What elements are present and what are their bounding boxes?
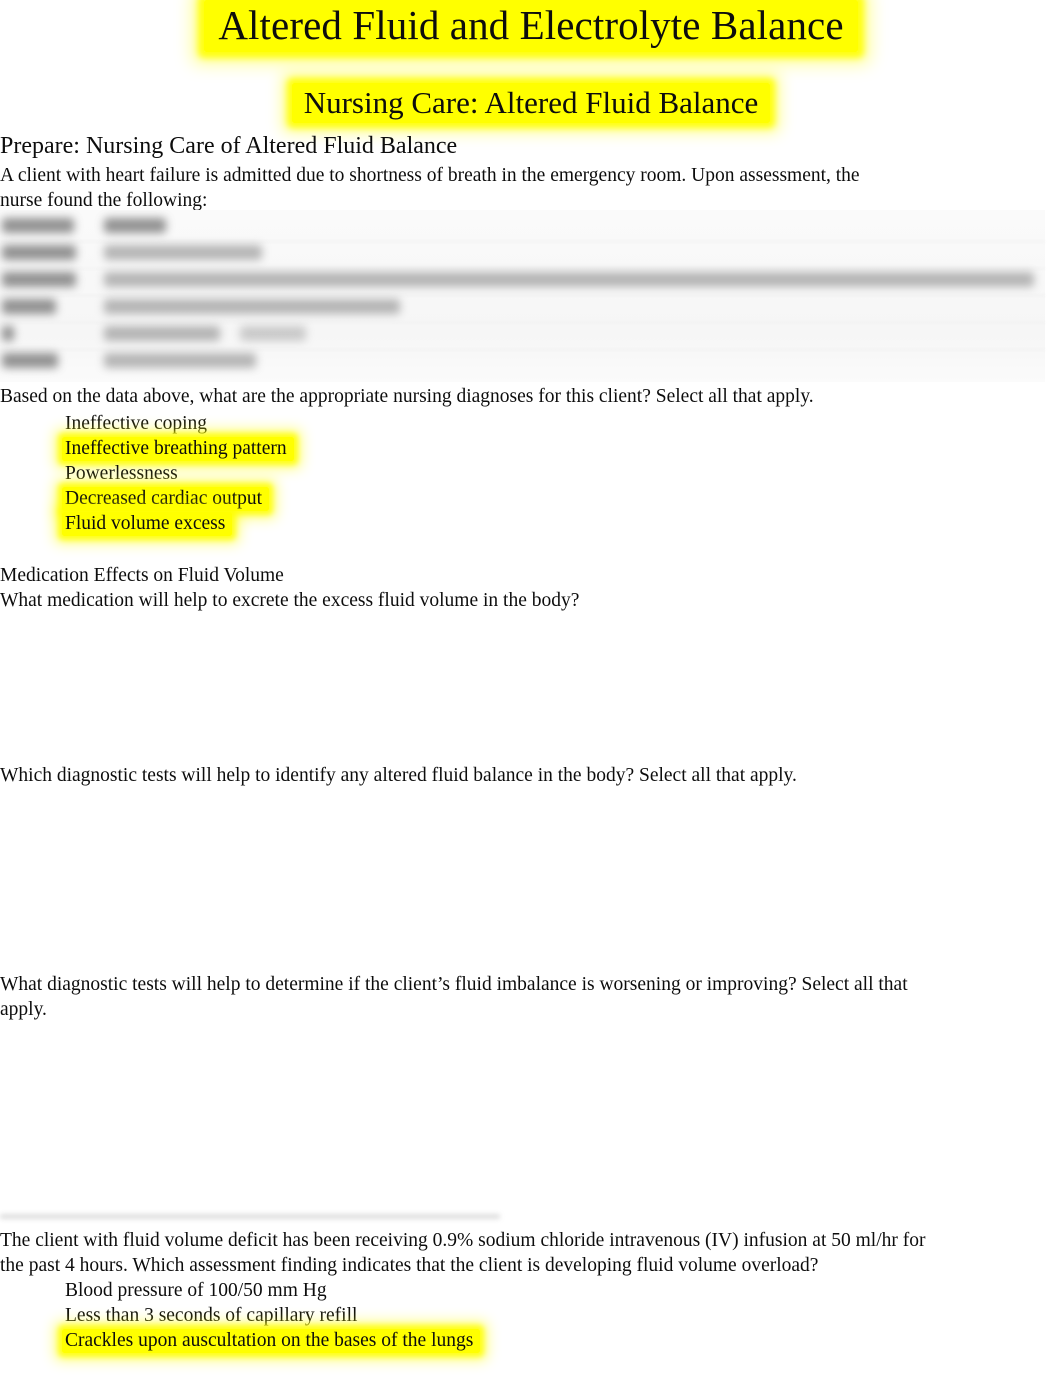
question-2-prompt: Which diagnostic tests will help to iden… bbox=[0, 765, 797, 786]
table-row-divider bbox=[0, 295, 1045, 296]
option-label: Powerlessness bbox=[65, 463, 178, 484]
assessment-findings-table bbox=[0, 210, 1045, 382]
option-label: Less than 3 seconds of capillary refill bbox=[65, 1305, 358, 1326]
table-value-cell-blurred bbox=[240, 326, 306, 341]
question-2-answer-space[interactable] bbox=[0, 791, 1045, 971]
option-label: Crackles upon auscultation on the bases … bbox=[62, 1329, 481, 1353]
table-value-cell-blurred bbox=[104, 353, 256, 368]
question-3-answer-space[interactable] bbox=[0, 1025, 1045, 1210]
option-label: Blood pressure of 100/50 mm Hg bbox=[65, 1280, 327, 1301]
scenario-paragraph: A client with heart failure is admitted … bbox=[0, 165, 860, 211]
document-subtitle-text: Nursing Care: Altered Fluid Balance bbox=[291, 83, 771, 123]
section-divider bbox=[0, 1215, 500, 1218]
question-4-option-2[interactable]: Crackles upon auscultation on the bases … bbox=[62, 1328, 481, 1353]
question-1-option-0[interactable]: Ineffective coping bbox=[62, 411, 214, 436]
table-value-cell-blurred bbox=[104, 299, 400, 314]
question-1-option-2[interactable]: Powerlessness bbox=[62, 461, 185, 486]
table-row-divider bbox=[0, 268, 1045, 269]
medication-section-heading: Medication Effects on Fluid Volume bbox=[0, 565, 284, 586]
table-value-cell-blurred bbox=[104, 326, 220, 341]
option-label: Decreased cardiac output bbox=[62, 487, 270, 511]
question-3-prompt: What diagnostic tests will help to deter… bbox=[0, 974, 908, 1020]
option-label: Fluid volume excess bbox=[62, 512, 233, 536]
table-label-cell-blurred bbox=[2, 299, 56, 314]
table-label-cell-blurred bbox=[2, 272, 76, 287]
document-page: Altered Fluid and Electrolyte Balance Nu… bbox=[0, 0, 1062, 1377]
question-1-option-4[interactable]: Fluid volume excess bbox=[62, 511, 233, 536]
question-4-prompt: The client with fluid volume deficit has… bbox=[0, 1230, 926, 1276]
document-title: Altered Fluid and Electrolyte Balance bbox=[0, 0, 1062, 52]
table-header-cell-blurred bbox=[2, 218, 74, 233]
document-title-text: Altered Fluid and Electrolyte Balance bbox=[204, 0, 858, 52]
table-value-cell-blurred bbox=[104, 272, 1034, 287]
table-label-cell-blurred bbox=[2, 353, 58, 368]
question-1-prompt: Based on the data above, what are the ap… bbox=[0, 386, 814, 407]
medication-question-prompt: What medication will help to excrete the… bbox=[0, 590, 580, 611]
option-label: Ineffective breathing pattern bbox=[62, 437, 294, 461]
table-row-divider bbox=[0, 349, 1045, 350]
document-subtitle: Nursing Care: Altered Fluid Balance bbox=[0, 82, 1062, 124]
table-label-cell-blurred bbox=[2, 326, 14, 341]
table-row-divider bbox=[0, 322, 1045, 323]
question-4-option-0[interactable]: Blood pressure of 100/50 mm Hg bbox=[62, 1278, 334, 1303]
question-1-option-3[interactable]: Decreased cardiac output bbox=[62, 486, 270, 511]
table-header-cell-blurred bbox=[104, 218, 166, 233]
option-label: Ineffective coping bbox=[65, 413, 208, 434]
table-row-divider bbox=[0, 241, 1045, 242]
table-label-cell-blurred bbox=[2, 245, 76, 260]
table-value-cell-blurred bbox=[104, 245, 262, 260]
question-4-option-1[interactable]: Less than 3 seconds of capillary refill bbox=[62, 1303, 364, 1328]
question-1-option-1[interactable]: Ineffective breathing pattern bbox=[62, 436, 294, 461]
prepare-section-heading: Prepare: Nursing Care of Altered Fluid B… bbox=[0, 133, 458, 159]
medication-answer-space[interactable] bbox=[0, 615, 1045, 763]
